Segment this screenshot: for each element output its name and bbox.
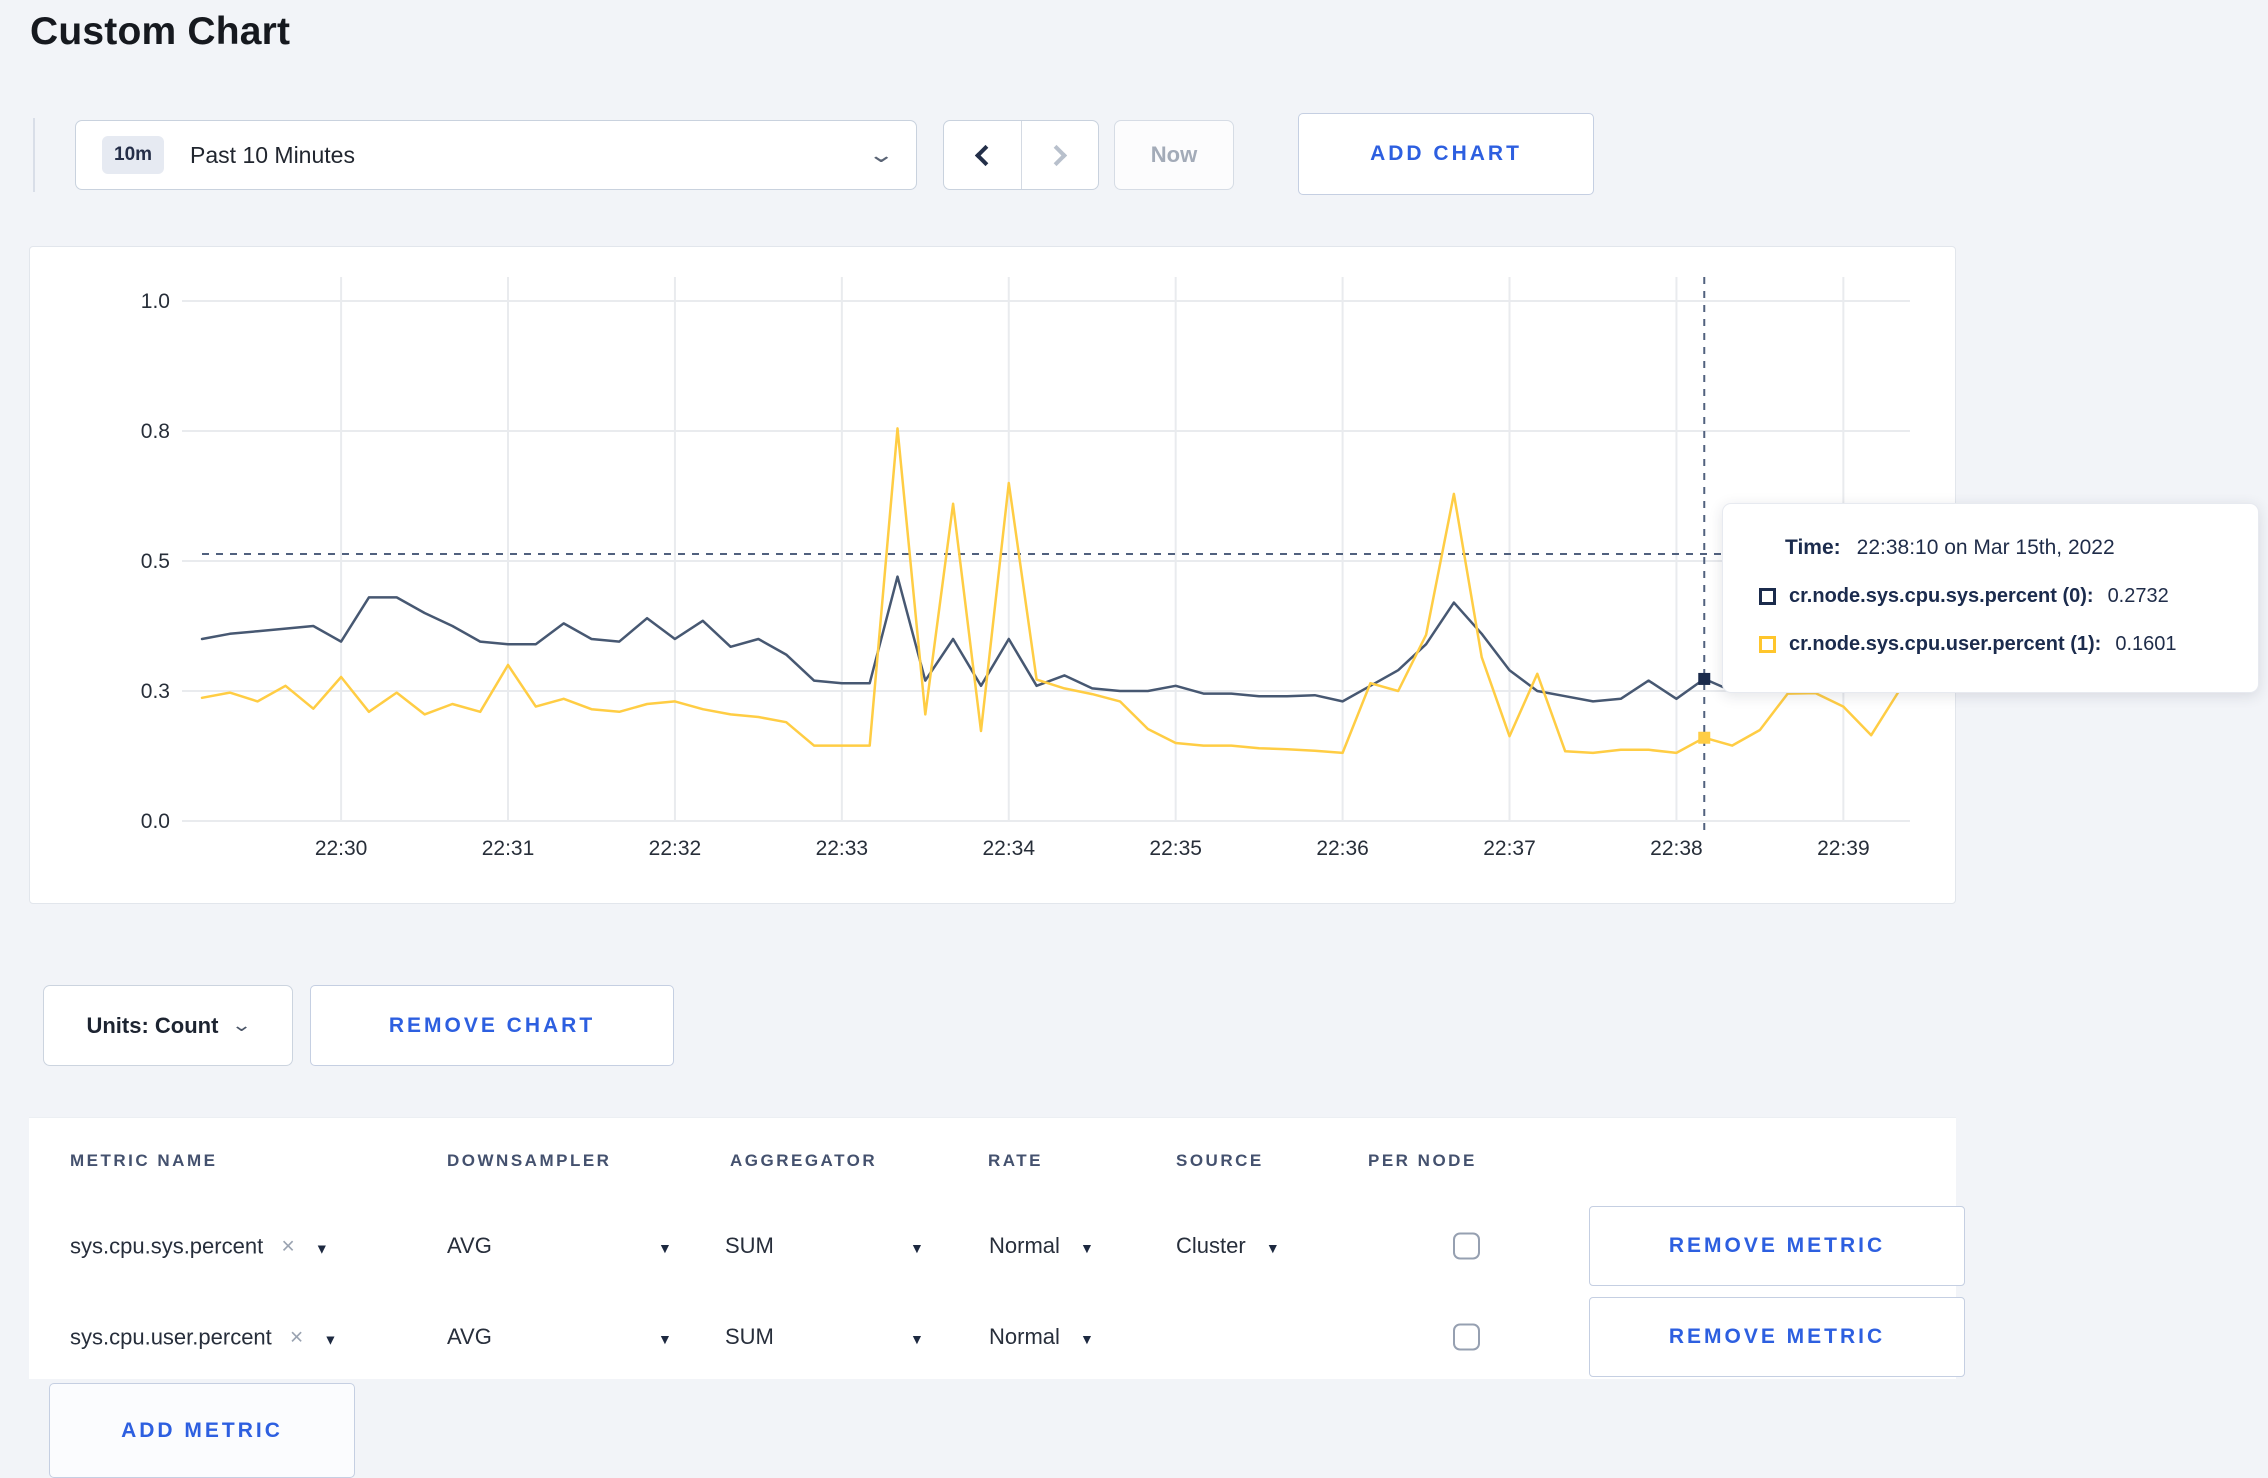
tooltip-series-label: cr.node.sys.cpu.user.percent (1): — [1789, 633, 2102, 655]
chevron-down-icon: ⌄ — [231, 1015, 253, 1035]
per-node-checkbox[interactable] — [1453, 1232, 1480, 1260]
rate-value: Normal — [989, 1324, 1060, 1349]
svg-text:22:38: 22:38 — [1650, 837, 1703, 860]
tooltip-series-value: 0.1601 — [2115, 633, 2177, 655]
metric-name-value: sys.cpu.user.percent — [70, 1324, 272, 1350]
tooltip-series-value: 0.2732 — [2107, 585, 2169, 607]
svg-text:22:34: 22:34 — [982, 837, 1035, 860]
aggregator-value: SUM — [725, 1324, 774, 1349]
col-header-rate: RATE — [988, 1151, 1044, 1170]
svg-text:0.0: 0.0 — [141, 810, 170, 833]
downsampler-select[interactable]: AVG ▼ — [447, 1324, 672, 1350]
chart-tooltip: Time: 22:38:10 on Mar 15th, 2022 cr.node… — [1722, 503, 2259, 693]
svg-text:22:35: 22:35 — [1149, 837, 1202, 860]
aggregator-value: SUM — [725, 1233, 774, 1258]
time-range-label: Past 10 Minutes — [190, 141, 355, 168]
source-select[interactable]: Cluster ▼ — [1176, 1233, 1280, 1259]
svg-text:22:32: 22:32 — [649, 837, 702, 860]
tooltip-time-value: 22:38:10 on Mar 15th, 2022 — [1856, 536, 2115, 559]
time-range-selector[interactable]: 10m Past 10 Minutes ⌄ — [75, 120, 917, 190]
toolbar-left-divider — [33, 118, 35, 192]
metric-name-select[interactable]: sys.cpu.sys.percent × ▼ — [70, 1233, 329, 1260]
chevron-down-icon: ⌄ — [866, 142, 895, 167]
dropdown-caret-icon: ▼ — [910, 1331, 924, 1347]
col-header-downsampler: DOWNSAMPLER — [447, 1151, 612, 1170]
now-button[interactable]: Now — [1114, 120, 1234, 190]
metric-name-value: sys.cpu.sys.percent — [70, 1233, 264, 1259]
chevron-left-icon — [974, 144, 996, 166]
dropdown-caret-icon: ▼ — [657, 1240, 672, 1256]
dropdown-caret-icon: ▼ — [314, 1240, 329, 1257]
svg-text:22:37: 22:37 — [1483, 837, 1536, 860]
user-series-swatch-icon — [1759, 636, 1776, 653]
tooltip-series-label: cr.node.sys.cpu.sys.percent (0): — [1789, 585, 2094, 607]
page-title: Custom Chart — [30, 10, 291, 53]
metric-row: sys.cpu.user.percent × ▼ AVG ▼ SUM ▼ Nor… — [29, 1291, 1965, 1383]
source-value: Cluster — [1176, 1233, 1246, 1258]
units-selector[interactable]: Units: Count ⌄ — [43, 985, 293, 1066]
add-metric-button[interactable]: ADD METRIC — [49, 1383, 355, 1478]
aggregator-select[interactable]: SUM ▼ — [725, 1233, 924, 1259]
units-label: Units: Count — [86, 1012, 219, 1038]
time-range-badge: 10m — [102, 136, 165, 174]
svg-text:0.8: 0.8 — [141, 420, 170, 443]
clear-metric-icon[interactable]: × — [290, 1324, 303, 1350]
metrics-table: METRIC NAME DOWNSAMPLER AGGREGATOR RATE … — [29, 1117, 1965, 1379]
downsampler-value: AVG — [447, 1233, 492, 1258]
dropdown-caret-icon: ▼ — [323, 1331, 338, 1348]
col-header-aggregator: AGGREGATOR — [730, 1151, 878, 1170]
svg-text:0.3: 0.3 — [141, 680, 170, 703]
per-node-checkbox[interactable] — [1453, 1323, 1480, 1351]
chart-panel: 0.0 0.3 0.5 0.8 1.0 22:30 22:31 22:32 22:33 22:34… — [29, 246, 1956, 904]
remove-chart-button[interactable]: REMOVE CHART — [310, 985, 674, 1066]
dropdown-caret-icon: ▼ — [910, 1240, 924, 1256]
clear-metric-icon[interactable]: × — [281, 1233, 294, 1259]
remove-metric-button[interactable]: REMOVE METRIC — [1589, 1297, 1965, 1377]
sys-series-swatch-icon — [1759, 588, 1776, 605]
col-header-source: SOURCE — [1176, 1151, 1264, 1170]
dropdown-caret-icon: ▼ — [1265, 1240, 1280, 1256]
svg-text:22:36: 22:36 — [1316, 837, 1369, 860]
tooltip-time-label: Time: — [1785, 536, 1841, 559]
time-forward-button[interactable] — [1020, 121, 1099, 189]
svg-text:22:33: 22:33 — [816, 837, 869, 860]
svg-text:22:39: 22:39 — [1817, 837, 1870, 860]
dropdown-caret-icon: ▼ — [1080, 1331, 1094, 1347]
svg-text:0.5: 0.5 — [141, 550, 170, 573]
svg-text:22:31: 22:31 — [482, 837, 535, 860]
metric-row: sys.cpu.sys.percent × ▼ AVG ▼ SUM ▼ Norm… — [29, 1200, 1965, 1292]
dropdown-caret-icon: ▼ — [1080, 1240, 1094, 1256]
remove-metric-button[interactable]: REMOVE METRIC — [1589, 1206, 1965, 1286]
rate-value: Normal — [989, 1233, 1060, 1258]
col-header-per-node: PER NODE — [1368, 1151, 1477, 1170]
col-header-metric-name: METRIC NAME — [70, 1151, 218, 1170]
svg-text:1.0: 1.0 — [141, 290, 170, 313]
aggregator-select[interactable]: SUM ▼ — [725, 1324, 924, 1350]
time-nav-arrows — [943, 120, 1099, 190]
svg-text:22:30: 22:30 — [315, 837, 368, 860]
rate-select[interactable]: Normal ▼ — [989, 1233, 1094, 1259]
downsampler-value: AVG — [447, 1324, 492, 1349]
metric-name-select[interactable]: sys.cpu.user.percent × ▼ — [70, 1324, 337, 1351]
chevron-right-icon — [1046, 144, 1068, 166]
rate-select[interactable]: Normal ▼ — [989, 1324, 1094, 1350]
line-chart[interactable]: 0.0 0.3 0.5 0.8 1.0 22:30 22:31 22:32 22:33 22:34… — [30, 247, 1955, 903]
add-chart-button[interactable]: ADD CHART — [1298, 113, 1594, 195]
downsampler-select[interactable]: AVG ▼ — [447, 1233, 672, 1259]
dropdown-caret-icon: ▼ — [657, 1331, 672, 1347]
time-back-button[interactable] — [944, 121, 1021, 189]
